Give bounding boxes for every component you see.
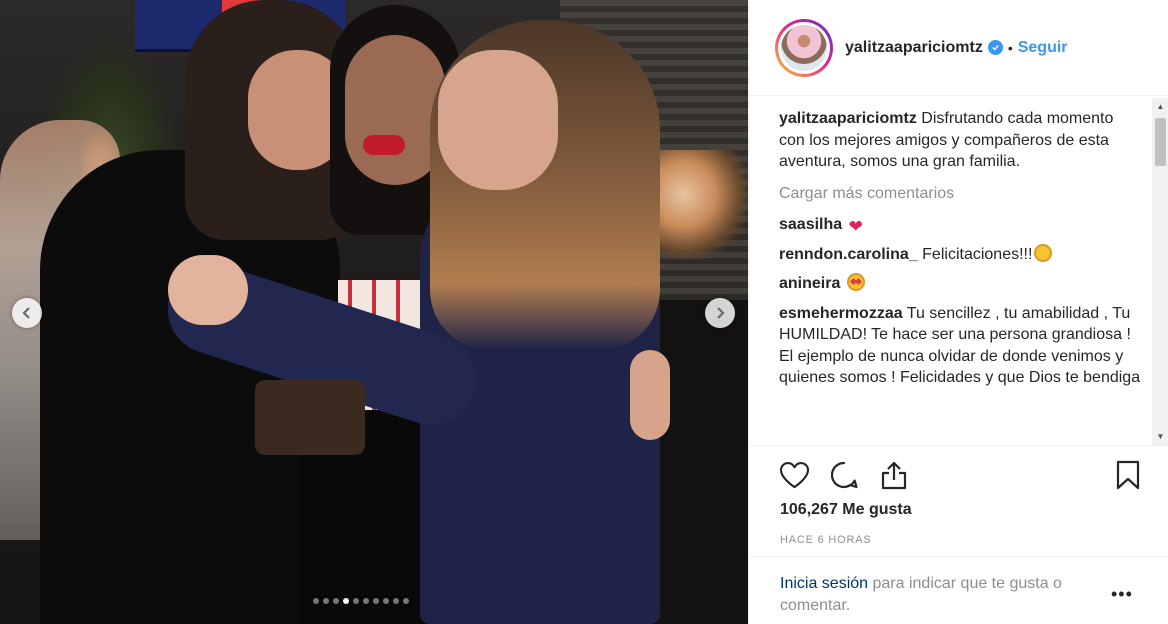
header-username[interactable]: yalitzaapariciomtz [845, 39, 983, 57]
scroll-up-arrow-icon[interactable]: ▲ [1152, 98, 1168, 115]
comment-text: Felicitaciones!!! [922, 245, 1033, 263]
post-actions: 106,267 Me gusta HACE 6 HORAS Inicia ses… [749, 445, 1168, 624]
share-icon [881, 461, 907, 490]
comment-item: anineira [779, 273, 1141, 295]
post-photo[interactable] [0, 0, 748, 624]
heart-outline-icon [779, 462, 809, 489]
bookmark-icon [1116, 460, 1140, 490]
starstruck-emoji-icon [846, 273, 865, 291]
carousel-next-button[interactable] [705, 298, 735, 328]
comments-scrollbar[interactable]: ▲ ▼ [1152, 98, 1168, 445]
comment-username[interactable]: anineira [779, 275, 840, 292]
hand [630, 350, 670, 440]
caption-username[interactable]: yalitzaapariciomtz [779, 110, 917, 127]
carousel-dot [333, 598, 339, 604]
save-button[interactable] [1111, 458, 1145, 492]
share-button[interactable] [877, 458, 911, 492]
carousel-dot [403, 598, 409, 604]
carousel-dot [353, 598, 359, 604]
post-timestamp[interactable]: HACE 6 HORAS [780, 534, 872, 546]
comment-icon [830, 461, 858, 489]
avatar-image [781, 24, 827, 71]
carousel-dot [313, 598, 319, 604]
avatar[interactable] [775, 18, 833, 77]
person-right-face [438, 50, 558, 190]
carousel-dot [383, 598, 389, 604]
comment-username[interactable]: renndon.carolina_ [779, 246, 918, 263]
comment-item: saasilha ❤ [779, 214, 1141, 236]
post-header: yalitzaapariciomtz • Seguir [749, 0, 1168, 96]
handbag [255, 380, 365, 455]
carousel-dot [373, 598, 379, 604]
chevron-right-icon [717, 307, 725, 319]
caption: yalitzaapariciomtz Disfrutando cada mome… [779, 108, 1141, 173]
like-button[interactable] [777, 458, 811, 492]
verified-badge-icon [987, 40, 1003, 55]
hand [168, 255, 248, 325]
carousel-indicator [313, 598, 409, 604]
scroll-down-arrow-icon[interactable]: ▼ [1152, 428, 1168, 445]
carousel-prev-button[interactable] [12, 298, 42, 328]
comments-list: yalitzaapariciomtz Disfrutando cada mome… [779, 108, 1141, 445]
comment-username[interactable]: saasilha [779, 216, 842, 233]
chevron-left-icon [22, 307, 30, 319]
post-sidebar: yalitzaapariciomtz • Seguir yalitzaapari… [748, 0, 1168, 624]
carousel-dot [393, 598, 399, 604]
heart-emoji-icon: ❤ [848, 217, 863, 236]
carousel-dot [323, 598, 329, 604]
scroll-thumb[interactable] [1155, 118, 1166, 166]
comment-button[interactable] [827, 458, 861, 492]
grin-emoji-icon [1034, 243, 1053, 262]
comment-item: renndon.carolina_ Felicitaciones!!! [779, 243, 1141, 266]
header-separator: • [1007, 39, 1013, 56]
carousel-dot [343, 598, 349, 604]
action-icons [777, 458, 911, 492]
comment-username[interactable]: esmehermozzaa [779, 305, 903, 322]
follow-button[interactable]: Seguir [1018, 39, 1068, 57]
login-link[interactable]: Inicia sesión [780, 575, 868, 592]
person-center-lips [363, 135, 405, 155]
likes-count[interactable]: 106,267 Me gusta [780, 501, 912, 519]
load-more-comments-button[interactable]: Cargar más comentarios [779, 183, 1141, 205]
login-prompt: Inicia sesión para indicar que te gusta … [749, 556, 1168, 617]
more-options-button[interactable]: ••• [1111, 584, 1133, 605]
carousel-dot [363, 598, 369, 604]
comment-item: esmehermozzaa Tu sencillez , tu amabilid… [779, 303, 1141, 389]
